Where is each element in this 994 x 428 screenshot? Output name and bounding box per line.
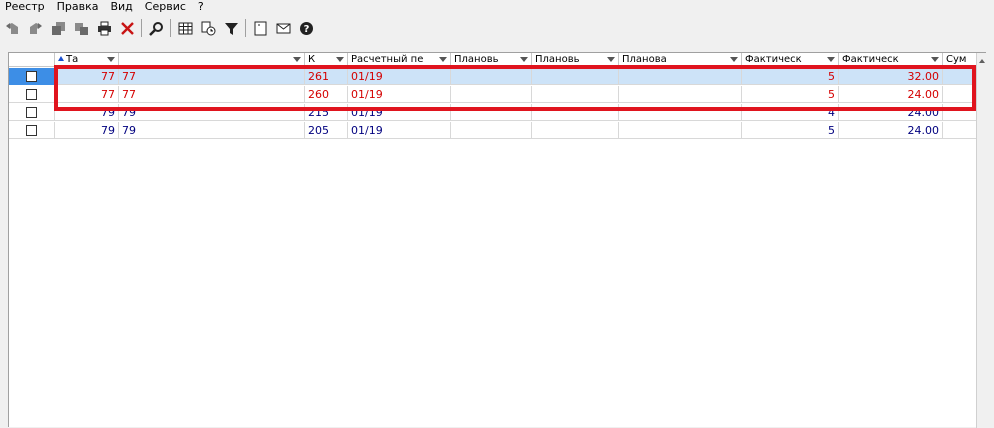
dropdown-arrow-icon[interactable] [730,57,738,62]
menu-service[interactable]: Сервис [139,0,192,14]
header-label: Расчетный пе [351,54,424,65]
row-selector[interactable] [9,122,55,139]
header-label: Плановь [454,54,499,65]
row-checkbox[interactable] [26,71,37,82]
dropdown-arrow-icon[interactable] [607,57,615,62]
toolbar-separator [245,19,246,37]
cell-ta[interactable]: 79 [55,122,119,139]
stack-icon[interactable] [48,18,68,38]
header-label: Фактическ [842,54,899,65]
row-selector[interactable] [9,104,55,121]
duplicate-icon[interactable] [71,18,91,38]
dropdown-arrow-icon[interactable] [931,57,939,62]
cell-k[interactable]: 205 [305,122,348,139]
dropdown-arrow-icon[interactable] [827,57,835,62]
copy-forward-icon[interactable] [25,18,45,38]
toolbar-separator [141,19,142,37]
cell-2[interactable]: 79 [119,122,305,139]
cell-sum[interactable] [943,122,976,139]
header-label: Планова [622,54,667,65]
mail-icon[interactable] [273,18,293,38]
dropdown-arrow-icon[interactable] [439,57,447,62]
copy-back-icon[interactable] [2,18,22,38]
header-label: К [308,54,316,65]
print-icon[interactable] [94,18,114,38]
menu-edit[interactable]: Правка [51,0,105,14]
cell-plan3[interactable] [619,122,742,139]
delete-icon[interactable] [117,18,137,38]
search-icon[interactable] [146,18,166,38]
dropdown-arrow-icon[interactable] [293,57,301,62]
highlight-box [54,65,976,111]
filter-icon[interactable] [221,18,241,38]
row-selector[interactable] [9,68,55,85]
header-checkbox[interactable] [9,53,55,67]
row-selector[interactable] [9,86,55,103]
document-icon[interactable] [250,18,270,38]
vertical-scrollbar[interactable] [976,53,987,428]
clock-icon[interactable] [198,18,218,38]
table-icon[interactable] [175,18,195,38]
header-label: Плановь [535,54,580,65]
header-label: Та [66,54,79,65]
header-label: Сум [946,54,967,65]
menu-view[interactable]: Вид [104,0,138,14]
toolbar: ? [0,16,994,40]
sort-ascending-icon [58,56,64,61]
menu-bar: Реестр Правка Вид Сервис ? [0,0,994,14]
table-row[interactable]: 79 79 205 01/19 5 24.00 [9,122,976,139]
menu-help[interactable]: ? [192,0,210,14]
cell-plan2[interactable] [532,122,619,139]
toolbar-separator [170,19,171,37]
cell-period[interactable]: 01/19 [348,122,451,139]
dropdown-arrow-icon[interactable] [520,57,528,62]
cell-fact2[interactable]: 24.00 [839,122,943,139]
dropdown-arrow-icon[interactable] [107,57,115,62]
row-checkbox[interactable] [26,89,37,100]
scroll-up-icon[interactable] [979,59,985,63]
cell-plan1[interactable] [451,122,532,139]
dropdown-arrow-icon[interactable] [336,57,344,62]
row-checkbox[interactable] [26,107,37,118]
svg-text:?: ? [303,24,309,35]
menu-registry[interactable]: Реестр [0,0,51,14]
cell-fact1[interactable]: 5 [742,122,839,139]
row-checkbox[interactable] [26,125,37,136]
header-label: Фактическ [745,54,802,65]
help-icon[interactable]: ? [296,18,316,38]
